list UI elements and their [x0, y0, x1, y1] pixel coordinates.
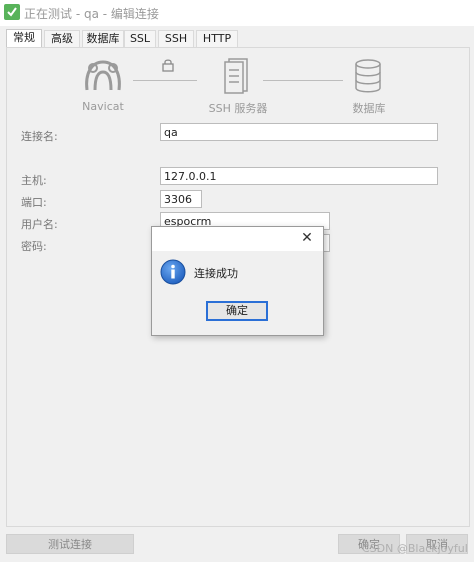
password-label: 密码: [21, 240, 47, 253]
window-title: 正在测试 - qa - 编辑连接 [24, 7, 159, 21]
close-icon[interactable]: ✕ [300, 231, 314, 245]
dialog-titlebar: ✕ [152, 227, 323, 251]
navicat-app-icon [4, 4, 20, 20]
success-dialog: ✕ 连接成功 确定 [151, 226, 324, 336]
info-icon [160, 259, 186, 285]
port-input[interactable]: 3306 [160, 190, 202, 208]
dialog-ok-button[interactable]: 确定 [206, 301, 268, 321]
ssh-server-label: SSH 服务器 [208, 102, 268, 115]
username-label: 用户名: [21, 218, 58, 231]
server-icon [223, 58, 249, 97]
watermark: CSDN @Blackjoyful [362, 542, 468, 555]
tab-advanced[interactable]: 高级 [44, 30, 80, 47]
tab-http[interactable]: HTTP [196, 30, 238, 47]
database-label: 数据库 [352, 102, 386, 115]
tab-ssh[interactable]: SSH [158, 30, 194, 47]
dialog-body: 连接成功 确定 [152, 251, 323, 335]
lock-icon [161, 58, 175, 75]
tab-ssl[interactable]: SSL [124, 30, 156, 47]
host-input[interactable]: 127.0.0.1 [160, 167, 438, 185]
navicat-logo-icon [83, 56, 123, 97]
connection-name-input[interactable]: qa [160, 123, 438, 141]
tab-databases[interactable]: 数据库 [82, 30, 124, 47]
window-titlebar: 正在测试 - qa - 编辑连接 [0, 0, 474, 26]
connection-name-label: 连接名: [21, 130, 58, 143]
navicat-label: Navicat [82, 100, 124, 113]
test-connection-button[interactable]: 测试连接 [6, 534, 134, 554]
tab-general[interactable]: 常规 [6, 29, 42, 48]
database-icon [353, 58, 383, 97]
connector-line-left [133, 80, 197, 81]
dialog-message: 连接成功 [194, 267, 238, 280]
host-label: 主机: [21, 174, 47, 187]
connector-line-right [263, 80, 343, 81]
port-label: 端口: [21, 196, 47, 209]
